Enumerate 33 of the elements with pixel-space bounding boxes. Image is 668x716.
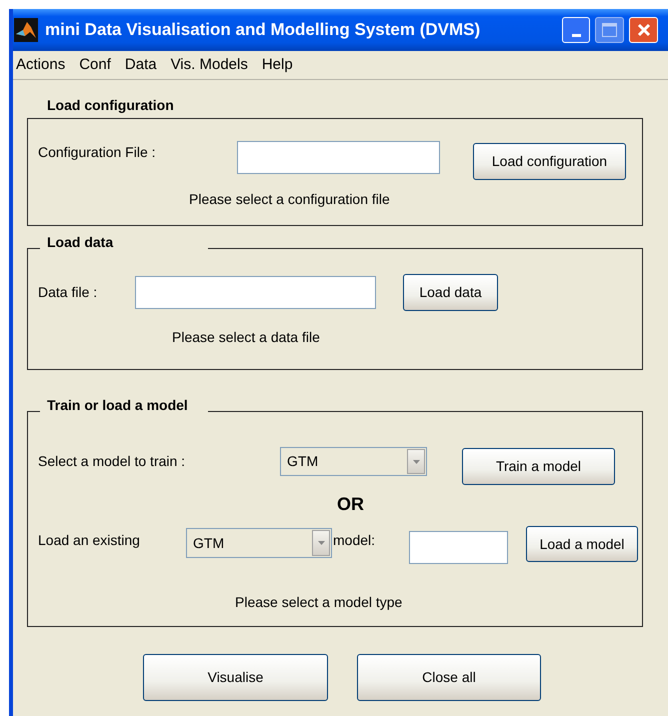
menu-item[interactable]: Conf — [79, 54, 111, 76]
load-data-button[interactable]: Load data — [403, 274, 498, 311]
load-configuration-button[interactable]: Load configuration — [473, 143, 626, 180]
model-dropdown[interactable]: GTM — [186, 528, 332, 558]
menu-item[interactable]: Data — [124, 54, 157, 76]
field-label: Configuration File : — [38, 143, 157, 162]
field-label: model: — [333, 531, 376, 550]
visualise-button[interactable]: Visualise — [143, 654, 328, 701]
close-button[interactable] — [629, 17, 658, 43]
minimize-icon — [572, 34, 580, 37]
close-icon — [636, 23, 650, 37]
minimize-button[interactable] — [562, 17, 590, 43]
menu-item[interactable]: Help — [262, 54, 293, 76]
input-field[interactable] — [135, 276, 376, 309]
or-label: OR — [337, 493, 364, 515]
maximize-icon — [602, 23, 617, 37]
status-text: Please select a configuration file — [189, 190, 390, 209]
field-label: Data file : — [38, 283, 98, 302]
field-label: Select a model to train : — [38, 452, 186, 471]
status-text: Please select a data file — [172, 328, 320, 347]
input-field[interactable] — [237, 141, 440, 174]
close-all-button[interactable]: Close all — [357, 654, 541, 701]
app-logo-icon — [14, 18, 38, 42]
field-label: Load an existing — [38, 531, 141, 550]
load-model-button[interactable]: Load a model — [526, 526, 638, 562]
input-field[interactable] — [409, 531, 508, 564]
menu-item[interactable]: Actions — [16, 54, 66, 76]
model-dropdown[interactable]: GTM — [280, 447, 427, 476]
menu-item[interactable]: Vis. Models — [170, 54, 248, 76]
maximize-button[interactable] — [595, 17, 624, 43]
window-title: mini Data Visualisation and Modelling System (DVMS) — [45, 19, 482, 42]
train-model-button[interactable]: Train a model — [462, 448, 615, 485]
status-text: Please select a model type — [235, 593, 402, 612]
